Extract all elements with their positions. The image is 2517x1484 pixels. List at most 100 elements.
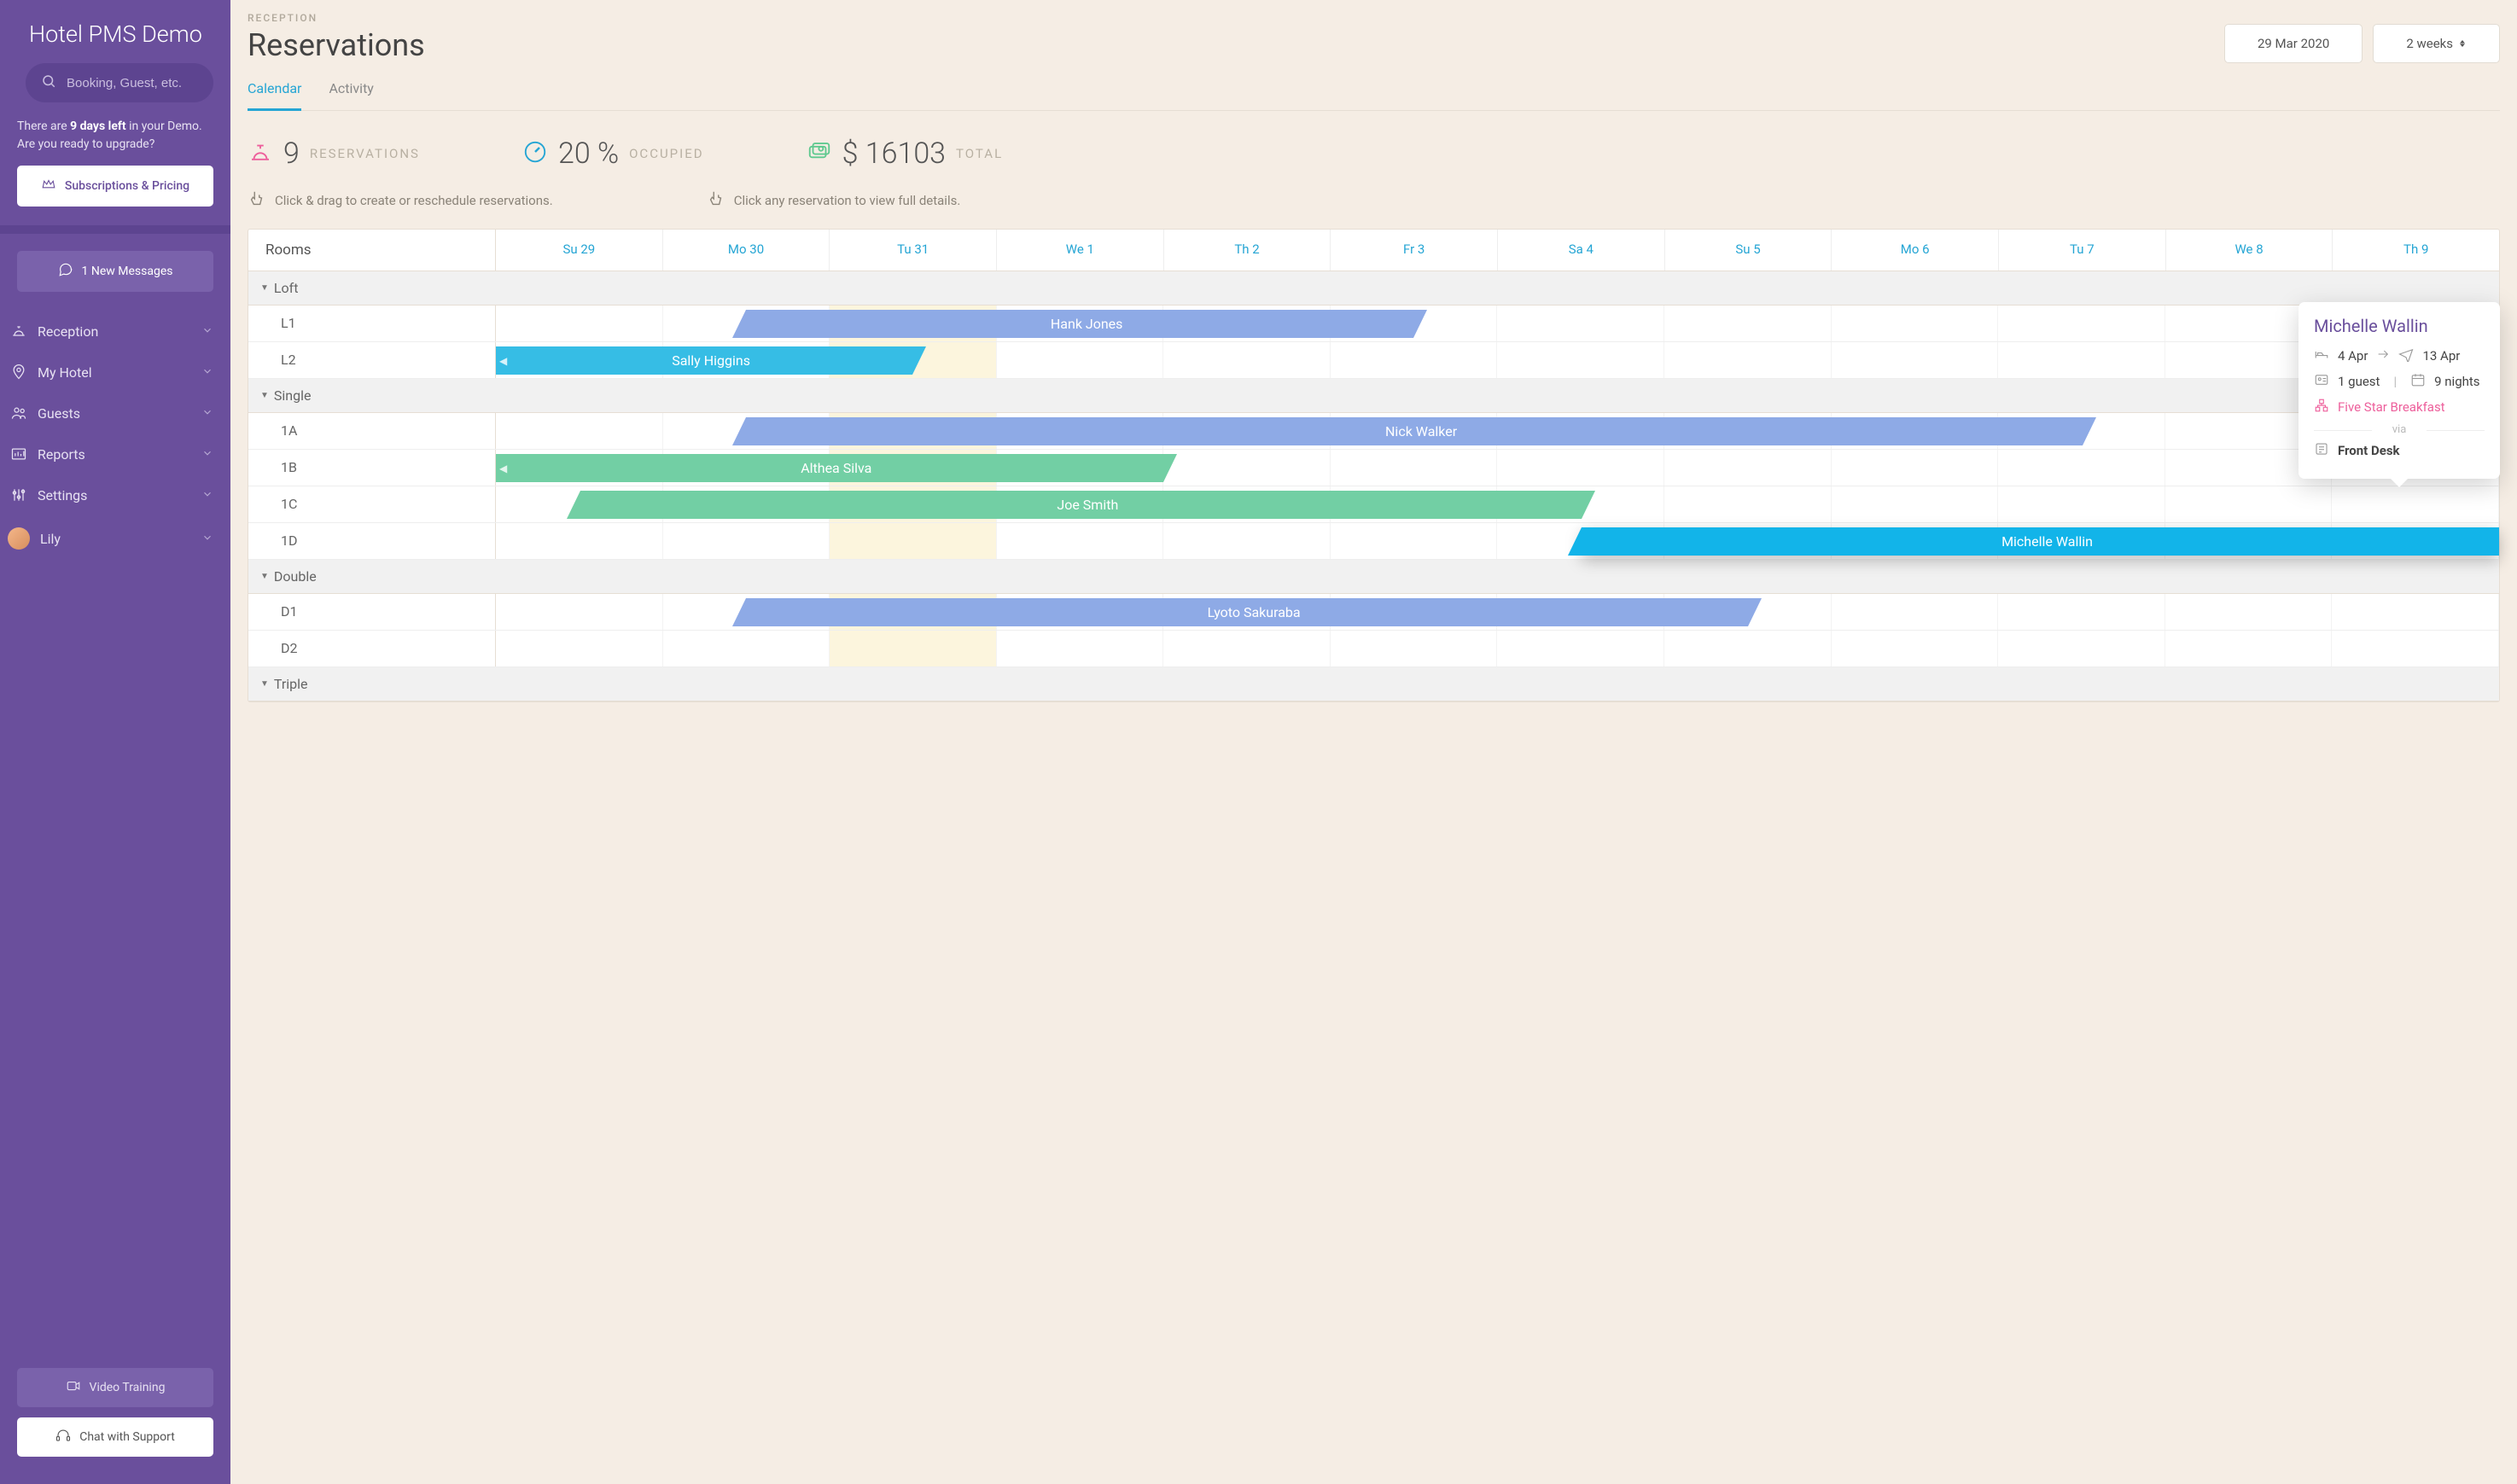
- reservation-bar[interactable]: Joe Smith: [580, 491, 1582, 519]
- room-group-row[interactable]: ▼Double: [248, 560, 2499, 594]
- calendar-cell[interactable]: [496, 306, 663, 341]
- calendar-cell[interactable]: [2332, 594, 2499, 630]
- day-header[interactable]: Su 5: [1665, 230, 1832, 271]
- calendar-cell[interactable]: [2165, 486, 2333, 522]
- chevron-down-icon: [201, 446, 213, 463]
- day-header[interactable]: Th 2: [1164, 230, 1331, 271]
- day-header[interactable]: Tu 7: [1999, 230, 2166, 271]
- room-name: 1A: [248, 413, 496, 449]
- tab-activity[interactable]: Activity: [329, 80, 373, 111]
- tab-calendar[interactable]: Calendar: [248, 80, 301, 111]
- day-header[interactable]: We 8: [2166, 230, 2333, 271]
- calendar-grid[interactable]: RoomsSu 29Mo 30Tu 31We 1Th 2Fr 3Sa 4Su 5…: [248, 229, 2500, 702]
- calendar-cell[interactable]: [496, 631, 663, 666]
- hint-view: Click any reservation to view full detai…: [707, 189, 961, 212]
- calendar-cell[interactable]: [1832, 631, 1999, 666]
- calendar-cell[interactable]: [830, 631, 997, 666]
- calendar-cell[interactable]: [496, 523, 663, 559]
- reservation-bar[interactable]: Michelle Wallin: [1582, 527, 2499, 556]
- calendar-cell[interactable]: [1664, 631, 1832, 666]
- calendar-cell[interactable]: [2332, 631, 2499, 666]
- subscriptions-button[interactable]: Subscriptions & Pricing: [17, 166, 213, 207]
- calendar-cell[interactable]: [1832, 594, 1999, 630]
- day-header[interactable]: Tu 31: [830, 230, 997, 271]
- calendar-cell[interactable]: [1664, 486, 1832, 522]
- day-header[interactable]: Fr 3: [1331, 230, 1498, 271]
- calendar-cell[interactable]: [1331, 450, 1498, 486]
- messages-button[interactable]: 1 New Messages: [17, 251, 213, 292]
- calendar-cell[interactable]: [1497, 342, 1664, 378]
- main-content: RECEPTION Reservations 29 Mar 2020 2 wee…: [230, 0, 2517, 1484]
- calendar-cell[interactable]: [1998, 306, 2165, 341]
- calendar-cell[interactable]: [1998, 486, 2165, 522]
- reservation-bar[interactable]: ◀Althea Silva: [496, 454, 1163, 482]
- nav-reports[interactable]: Reports: [0, 434, 230, 474]
- calendar-cell[interactable]: [1832, 306, 1999, 341]
- day-header[interactable]: Mo 6: [1832, 230, 1999, 271]
- calendar-cell[interactable]: [663, 631, 830, 666]
- calendar-cell[interactable]: [2165, 631, 2333, 666]
- calendar-cell[interactable]: [663, 523, 830, 559]
- calendar-cell[interactable]: [1998, 342, 2165, 378]
- overflow-left-icon: ◀: [499, 463, 507, 474]
- calendar-cell[interactable]: [1832, 450, 1999, 486]
- reservation-bar[interactable]: Lyoto Sakuraba: [746, 598, 1748, 626]
- calendar-cell[interactable]: [1163, 450, 1331, 486]
- calendar-cell[interactable]: [1664, 342, 1832, 378]
- calendar-cell[interactable]: [1163, 631, 1331, 666]
- range-select[interactable]: 2 weeks: [2373, 24, 2500, 63]
- calendar-cell[interactable]: [1664, 450, 1832, 486]
- reservation-bar[interactable]: Hank Jones: [746, 310, 1413, 338]
- calendar-cell[interactable]: [496, 413, 663, 449]
- calendar-cell[interactable]: [1331, 631, 1498, 666]
- room-group-row[interactable]: ▼Triple: [248, 667, 2499, 701]
- room-row: L2◀Sally Higgins: [248, 342, 2499, 379]
- calendar-cell[interactable]: [1998, 594, 2165, 630]
- calendar-cell[interactable]: [1497, 306, 1664, 341]
- calendar-cell[interactable]: [1163, 523, 1331, 559]
- calendar-cell[interactable]: [496, 594, 663, 630]
- nav-guests[interactable]: Guests: [0, 393, 230, 434]
- room-group-row[interactable]: ▼Single: [248, 379, 2499, 413]
- calendar-cell[interactable]: [830, 523, 997, 559]
- popover-via-label: via: [2314, 423, 2485, 436]
- overflow-left-icon: ◀: [499, 355, 507, 367]
- nav-settings[interactable]: Settings: [0, 474, 230, 515]
- nav-my-hotel[interactable]: My Hotel: [0, 352, 230, 393]
- calendar-cell[interactable]: [2165, 594, 2333, 630]
- calendar-cell[interactable]: [1331, 342, 1498, 378]
- video-training-button[interactable]: Video Training: [17, 1368, 213, 1407]
- day-header[interactable]: We 1: [997, 230, 1164, 271]
- nav-user[interactable]: Lily: [0, 515, 230, 562]
- reservation-bar[interactable]: Nick Walker: [746, 417, 2082, 445]
- search-input[interactable]: [67, 76, 198, 90]
- calendar-cell[interactable]: [1497, 631, 1664, 666]
- calendar-cell[interactable]: [1832, 342, 1999, 378]
- calendar-cell[interactable]: [997, 342, 1164, 378]
- calendar-cell[interactable]: [1331, 523, 1498, 559]
- calendar-cell[interactable]: [2332, 486, 2499, 522]
- chat-support-button[interactable]: Chat with Support: [17, 1417, 213, 1457]
- calendar-cell[interactable]: [1497, 450, 1664, 486]
- room-name: D2: [248, 631, 496, 666]
- reservation-bar[interactable]: ◀Sally Higgins: [496, 346, 912, 375]
- calendar-cell[interactable]: [1998, 631, 2165, 666]
- day-header[interactable]: Su 29: [496, 230, 663, 271]
- calendar-cell[interactable]: [1832, 486, 1999, 522]
- triangle-down-icon: ▼: [260, 283, 269, 293]
- calendar-cell[interactable]: [1998, 450, 2165, 486]
- chevron-down-icon: [201, 364, 213, 381]
- day-header[interactable]: Mo 30: [663, 230, 830, 271]
- search-input-wrapper[interactable]: [26, 63, 213, 102]
- stat-reservations: 9 RESERVATIONS: [248, 137, 420, 171]
- pin-icon: [10, 364, 27, 381]
- calendar-cell[interactable]: [997, 523, 1164, 559]
- calendar-cell[interactable]: [1163, 342, 1331, 378]
- day-header[interactable]: Sa 4: [1498, 230, 1665, 271]
- room-group-row[interactable]: ▼Loft: [248, 271, 2499, 306]
- day-header[interactable]: Th 9: [2333, 230, 2499, 271]
- calendar-cell[interactable]: [1664, 306, 1832, 341]
- date-picker-button[interactable]: 29 Mar 2020: [2224, 24, 2363, 63]
- nav-reception[interactable]: Reception: [0, 311, 230, 352]
- calendar-cell[interactable]: [997, 631, 1164, 666]
